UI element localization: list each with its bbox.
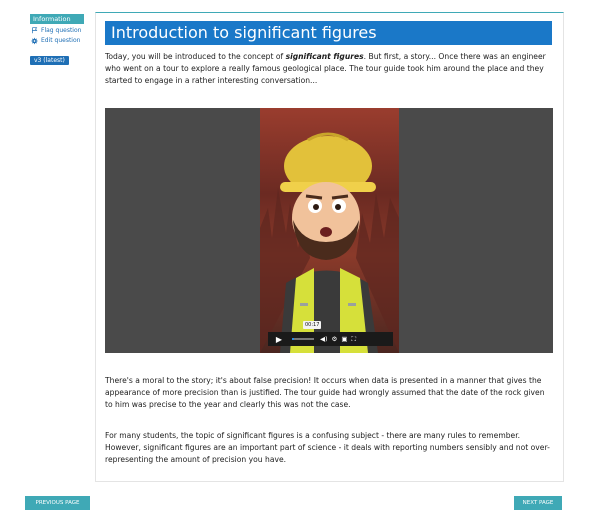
intro-emphasis: significant figures [285,52,364,61]
play-icon[interactable]: ▶ [268,332,290,346]
intro-text-start: Today, you will be introduced to the con… [105,52,286,61]
edit-question-link[interactable]: Edit question [31,37,84,44]
volume-icon[interactable]: ◀) [320,335,328,343]
video-progress-fill [292,338,295,340]
previous-page-button[interactable]: PREVIOUS PAGE [25,496,90,510]
video-scrubber[interactable] [292,338,314,340]
flag-question-label: Flag question [41,27,82,34]
version-badge: v3 (latest) [30,56,69,65]
information-badge: Information [30,14,84,24]
edit-question-label: Edit question [41,37,81,44]
content-card: Introduction to significant figures Toda… [95,12,564,482]
page-title: Introduction to significant figures [105,21,552,45]
question-sidebar: Information Flag question Edit question … [30,14,84,66]
fullscreen-icon[interactable]: ⛶ [352,335,357,344]
significance-paragraph: For many students, the topic of signific… [105,431,550,464]
intro-paragraph: Today, you will be introduced to the con… [105,51,551,87]
cartoon-engineer-illustration [260,132,399,353]
flag-icon [31,27,38,34]
video-controls: ▶ ◀) ⚙ ▣ ⛶ [268,332,393,346]
video-frame[interactable] [260,108,399,353]
next-page-button[interactable]: NEXT PAGE [514,496,562,510]
gear-icon [31,37,38,44]
captions-icon[interactable]: ▣ [341,335,347,343]
video-time-tooltip: 00:17 [303,321,322,329]
moral-paragraph: There's a moral to the story; it's about… [105,376,545,409]
flag-question-link[interactable]: Flag question [31,27,84,34]
video-player[interactable]: 00:17 ▶ ◀) ⚙ ▣ ⛶ [105,108,553,353]
settings-icon[interactable]: ⚙ [332,335,338,343]
